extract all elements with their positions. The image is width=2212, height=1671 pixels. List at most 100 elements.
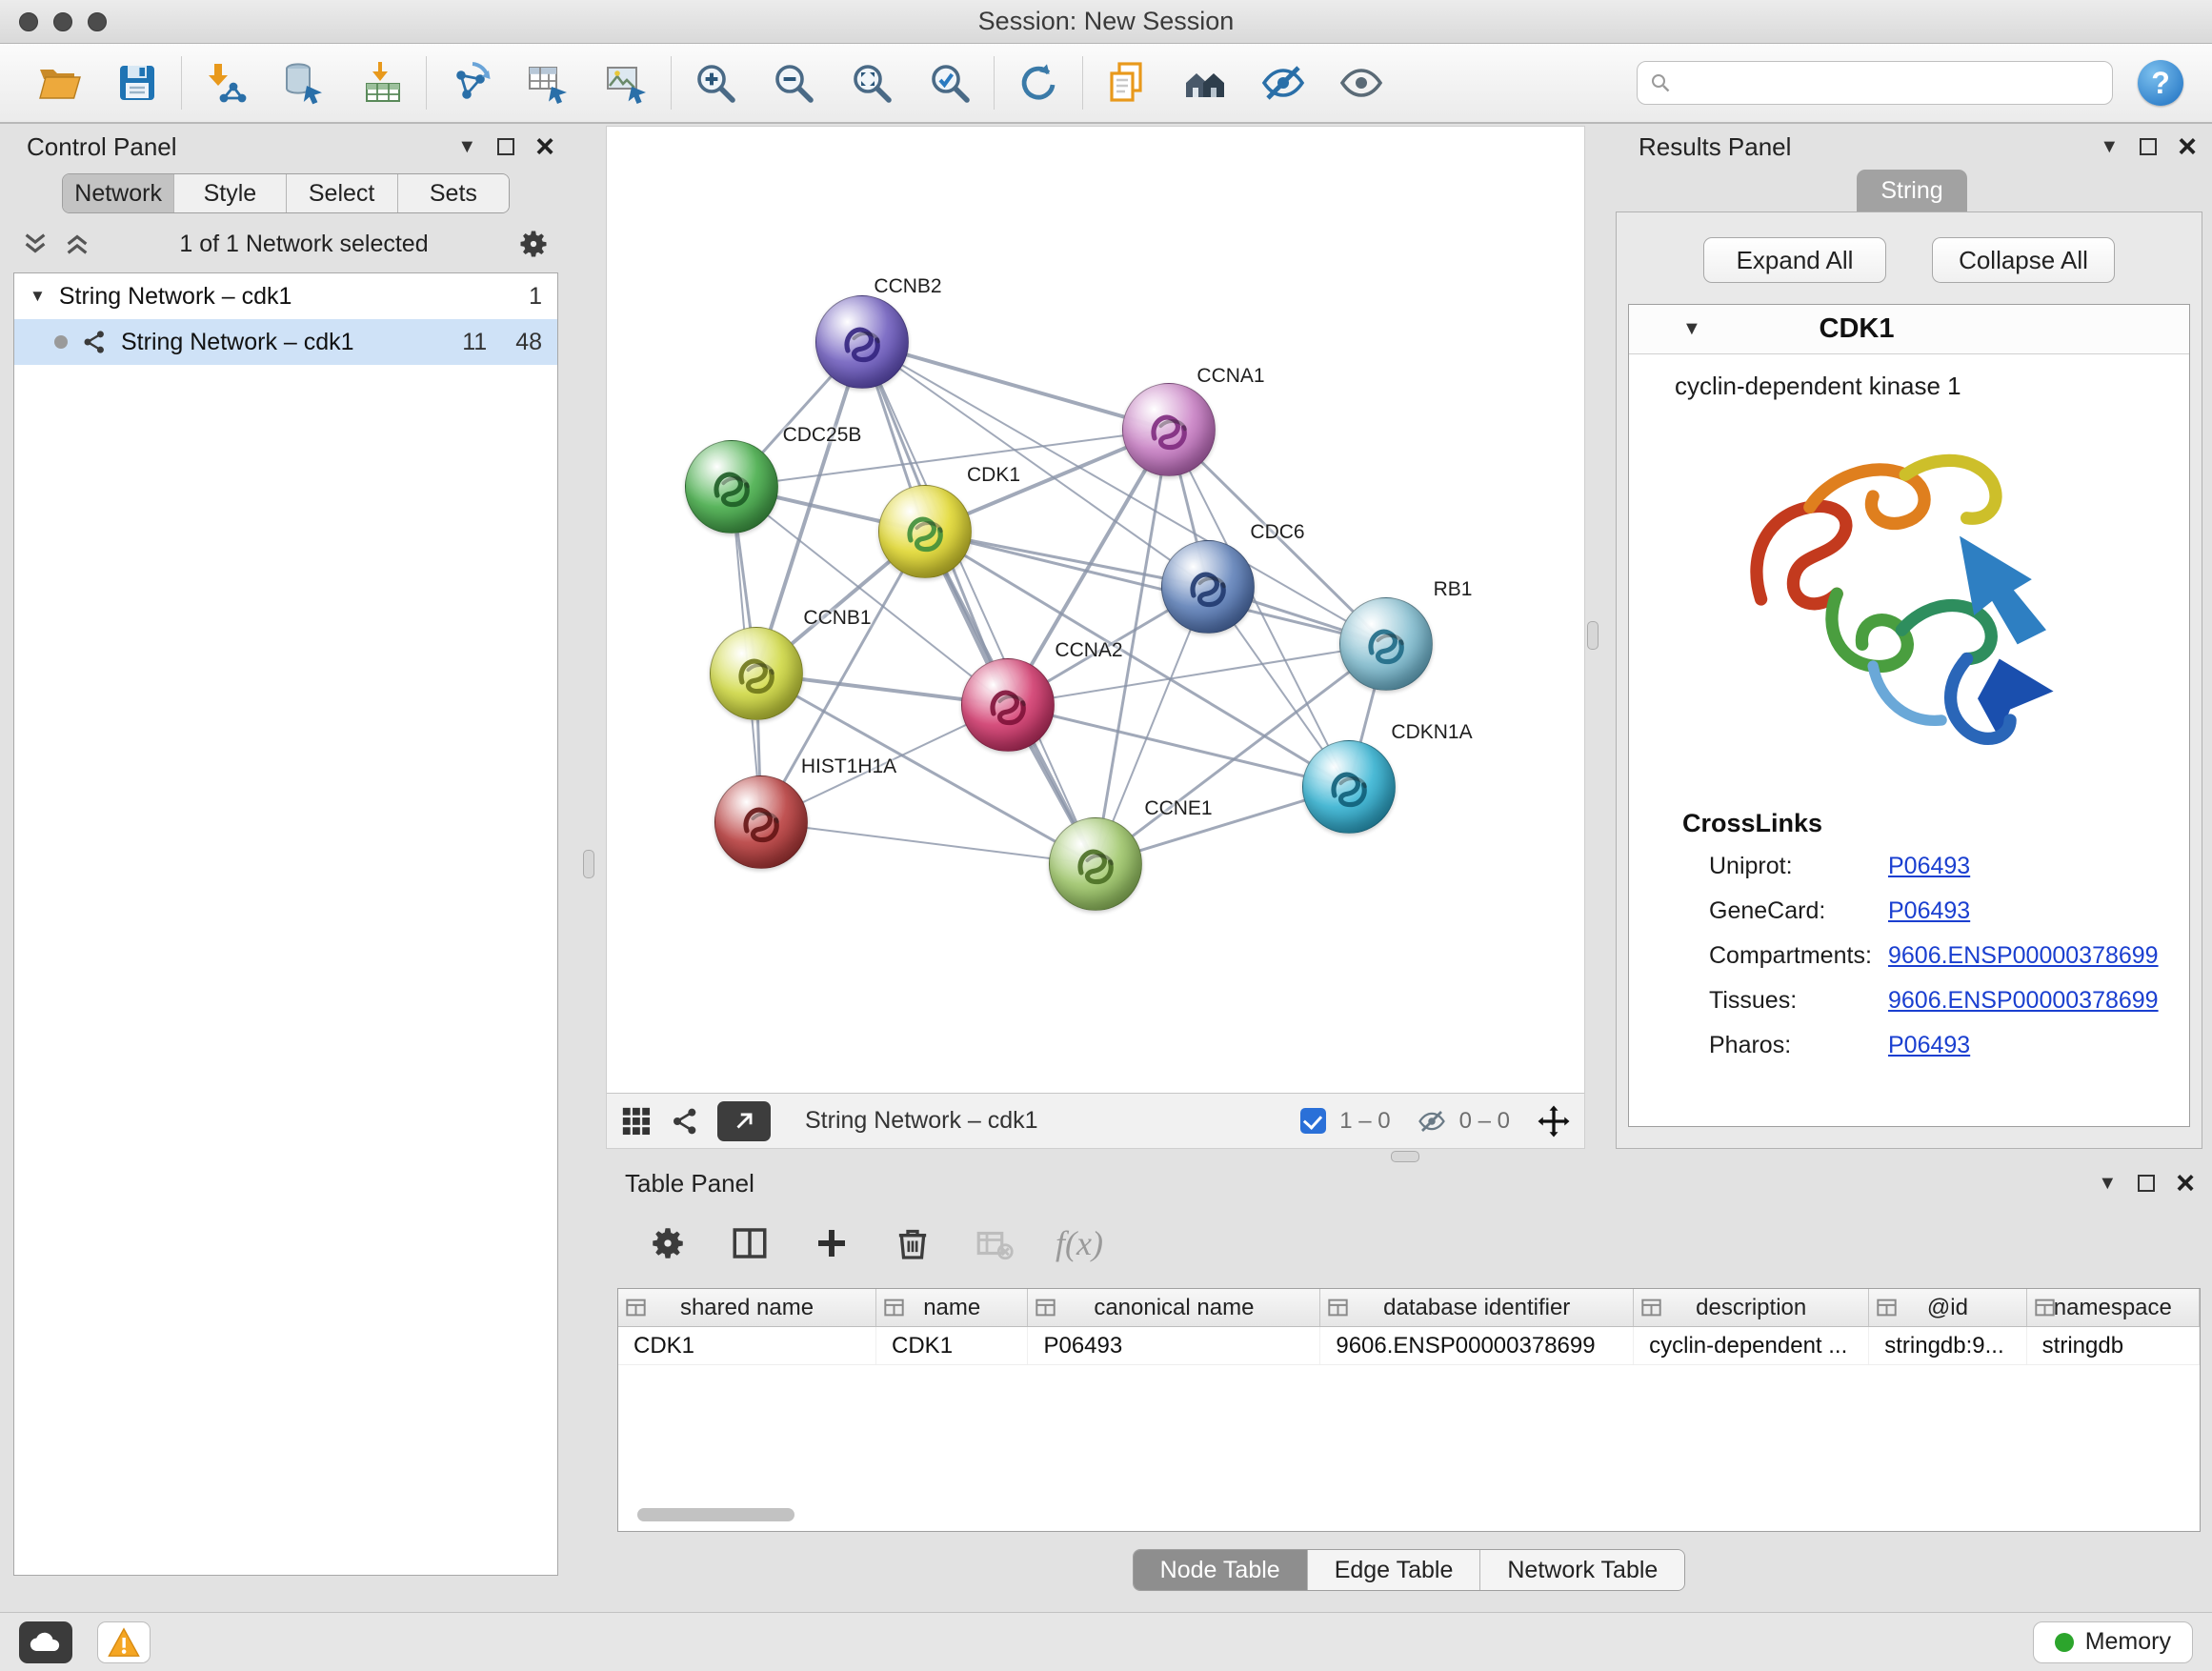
export-image-button[interactable] (602, 58, 652, 108)
table-cell[interactable]: stringdb:9... (1869, 1327, 2026, 1364)
warnings-button[interactable] (97, 1621, 151, 1663)
expand-all-button[interactable]: Expand All (1703, 237, 1886, 283)
network-edge[interactable] (862, 342, 1169, 430)
zoom-selected-button[interactable] (925, 58, 975, 108)
network-canvas[interactable]: CCNB2CCNA1CDC25BCDK1CDC6RB1CCNB1CCNA2CDK… (607, 127, 1584, 1093)
network-row-selected[interactable]: String Network – cdk1 11 48 (14, 319, 557, 365)
show-columns-icon[interactable] (730, 1223, 770, 1263)
network-node-cdc25b[interactable] (685, 440, 778, 534)
selected-checkbox-icon[interactable] (1300, 1108, 1326, 1134)
crosslink-value-link[interactable]: P06493 (1888, 897, 1970, 925)
results-panel-float-icon[interactable]: ▼ (2100, 136, 2119, 158)
tab-sets[interactable]: Sets (398, 174, 509, 212)
zoom-out-button[interactable] (769, 58, 818, 108)
column-header--id[interactable]: @id (1869, 1289, 2026, 1326)
export-table-button[interactable] (524, 58, 573, 108)
hide-selected-button[interactable] (1258, 58, 1308, 108)
table-cell[interactable]: stringdb (2027, 1327, 2200, 1364)
network-node-ccna1[interactable] (1122, 383, 1216, 476)
tab-node-table[interactable]: Node Table (1134, 1550, 1308, 1590)
crosslink-value-link[interactable]: 9606.ENSP00000378699 (1888, 942, 2159, 970)
function-builder-button[interactable]: f(x) (1056, 1223, 1103, 1263)
column-header-canonical-name[interactable]: canonical name (1028, 1289, 1320, 1326)
memory-button[interactable]: Memory (2033, 1621, 2193, 1663)
network-edge[interactable] (925, 532, 1386, 644)
tab-style[interactable]: Style (174, 174, 286, 212)
column-header-description[interactable]: description (1634, 1289, 1869, 1326)
table-cell[interactable]: 9606.ENSP00000378699 (1320, 1327, 1634, 1364)
column-header-database-identifier[interactable]: database identifier (1320, 1289, 1634, 1326)
network-node-ccne1[interactable] (1049, 817, 1142, 911)
zoom-window-button[interactable] (88, 12, 107, 31)
network-node-hist1h1a[interactable] (714, 775, 808, 869)
table-cell[interactable]: cyclin-dependent ... (1634, 1327, 1869, 1364)
close-window-button[interactable] (19, 12, 38, 31)
gear-icon[interactable] (516, 227, 551, 261)
expand-all-icon[interactable] (63, 230, 91, 258)
save-session-button[interactable] (112, 58, 162, 108)
table-cell[interactable]: CDK1 (618, 1327, 876, 1364)
import-table-file-button[interactable] (357, 58, 407, 108)
table-cell[interactable]: P06493 (1028, 1327, 1320, 1364)
tab-select[interactable]: Select (287, 174, 398, 212)
open-in-new-window-button[interactable] (717, 1101, 771, 1141)
crosslink-value-link[interactable]: 9606.ENSP00000378699 (1888, 987, 2159, 1015)
minimize-window-button[interactable] (53, 12, 72, 31)
delete-trash-icon[interactable] (894, 1223, 932, 1263)
left-splitter-handle[interactable] (583, 850, 594, 878)
tab-network[interactable]: Network (63, 174, 174, 212)
results-panel-close-icon[interactable]: × (2178, 131, 2197, 163)
table-gear-icon[interactable] (648, 1223, 688, 1263)
birds-eye-grid-icon[interactable] (620, 1105, 653, 1137)
column-header-shared-name[interactable]: shared name (618, 1289, 876, 1326)
help-button[interactable]: ? (2138, 60, 2183, 106)
column-header-name[interactable]: name (876, 1289, 1028, 1326)
network-node-ccnb2[interactable] (815, 295, 909, 389)
network-node-cdk1[interactable] (878, 485, 972, 578)
collapse-all-button[interactable]: Collapse All (1932, 237, 2115, 283)
import-network-file-button[interactable] (201, 58, 251, 108)
search-input[interactable] (1681, 70, 2101, 96)
network-node-rb1[interactable] (1339, 597, 1433, 691)
zoom-in-button[interactable] (691, 58, 740, 108)
home-button[interactable] (1180, 58, 1230, 108)
control-panel-close-icon[interactable]: × (535, 131, 554, 163)
zoom-fit-button[interactable] (847, 58, 896, 108)
cloud-button[interactable] (19, 1621, 72, 1663)
right-splitter-handle[interactable] (1587, 621, 1599, 650)
tree-expand-icon[interactable]: ▼ (30, 287, 46, 306)
collapse-all-icon[interactable] (21, 230, 50, 258)
network-node-cdkn1a[interactable] (1302, 740, 1396, 834)
table-panel-close-icon[interactable]: × (2176, 1167, 2195, 1199)
fit-content-crosshair-icon[interactable] (1537, 1104, 1571, 1138)
toolbar-search[interactable] (1637, 61, 2113, 105)
add-column-plus-icon[interactable] (812, 1223, 852, 1263)
tab-string[interactable]: String (1857, 170, 1967, 211)
control-panel-float-icon[interactable]: ▼ (457, 136, 476, 158)
table-cell[interactable]: CDK1 (876, 1327, 1028, 1364)
table-panel-float-icon[interactable]: ▼ (2098, 1173, 2117, 1195)
network-node-ccna2[interactable] (961, 658, 1055, 752)
network-collection-row[interactable]: ▼ String Network – cdk1 1 (14, 273, 557, 319)
copy-button[interactable] (1102, 58, 1152, 108)
network-edge[interactable] (761, 822, 1096, 864)
show-all-button[interactable] (1337, 58, 1386, 108)
network-edge[interactable] (862, 342, 1096, 864)
refresh-button[interactable] (1014, 58, 1063, 108)
network-edge[interactable] (1008, 705, 1349, 787)
protein-collapse-icon[interactable]: ▼ (1682, 318, 1701, 340)
tab-network-table[interactable]: Network Table (1480, 1550, 1684, 1590)
tab-edge-table[interactable]: Edge Table (1308, 1550, 1481, 1590)
network-node-cdc6[interactable] (1161, 540, 1255, 634)
table-row[interactable]: CDK1CDK1P064939606.ENSP00000378699cyclin… (618, 1327, 2200, 1365)
crosslink-value-link[interactable]: P06493 (1888, 1032, 1970, 1059)
new-network-from-selection-button[interactable] (446, 58, 495, 108)
horizontal-splitter-handle[interactable] (1391, 1151, 1419, 1162)
table-panel-maximize-icon[interactable] (2138, 1175, 2155, 1192)
import-network-database-button[interactable] (279, 58, 329, 108)
crosslink-value-link[interactable]: P06493 (1888, 853, 1970, 880)
network-glyph-icon[interactable] (670, 1106, 700, 1137)
column-header-namespace[interactable]: namespace (2027, 1289, 2200, 1326)
open-session-button[interactable] (34, 58, 84, 108)
results-panel-maximize-icon[interactable] (2140, 138, 2157, 155)
